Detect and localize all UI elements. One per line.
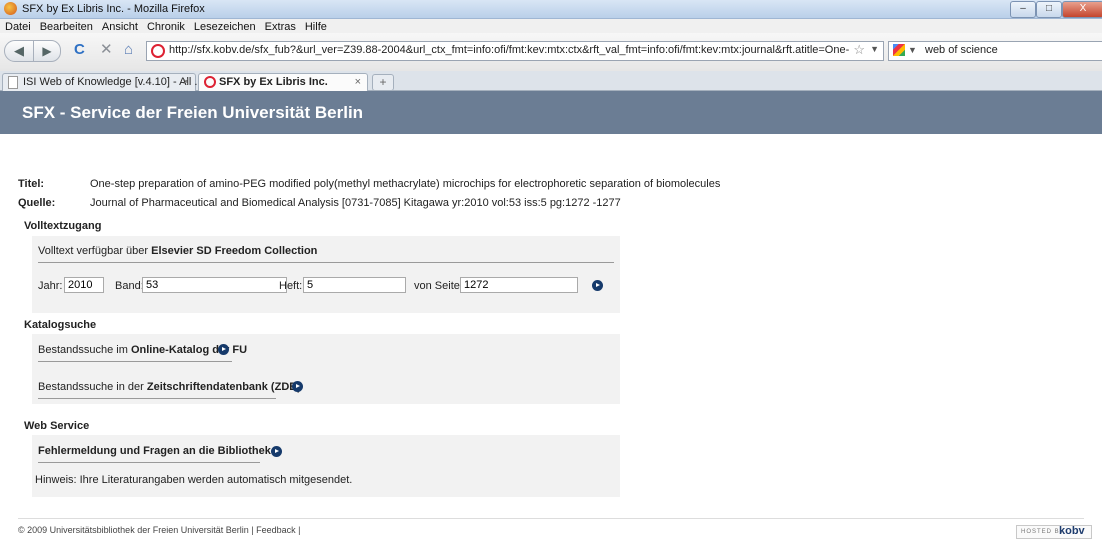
catalog-item-zdb[interactable]: Bestandssuche in der Zeitschriftendatenb… [38,381,301,393]
stop-icon[interactable]: ✕ [100,41,113,59]
window-titlebar: SFX by Ex Libris Inc. - Mozilla Firefox … [0,0,1102,19]
catalog-item-fu[interactable]: Bestandssuche im Online-Katalog der FU [38,344,247,356]
url-dropdown-icon[interactable]: ▼ [870,44,879,54]
menu-chronik[interactable]: Chronik [147,20,185,34]
catalog-item-prefix: Bestandssuche in der [38,381,147,393]
section-title-webservice: Web Service [24,420,90,432]
feedback-link[interactable]: Fehlermeldung und Fragen an die Biblioth… [38,445,271,457]
source-citation: Journal of Pharmaceutical and Biomedical… [90,197,621,209]
catalog-panel: Bestandssuche im Online-Katalog der FU B… [32,334,620,404]
divider [38,262,614,263]
fulltext-prefix: Volltext verfügbar über [38,245,152,257]
bookmark-star-icon[interactable]: ☆ [853,42,865,58]
fulltext-provider[interactable]: Elsevier SD Freedom Collection [151,245,317,257]
catalog-zdb-link[interactable]: Zeitschriftendatenbank (ZDB) [147,381,301,393]
section-title-fulltext: Volltextzugang [24,220,102,232]
kobv-logo[interactable]: HOSTED BY kobv [1016,525,1092,539]
article-title: One-step preparation of amino-PEG modifi… [90,178,721,190]
page-icon [8,76,18,89]
new-tab-button[interactable]: + [372,74,394,91]
maximize-button[interactable]: □ [1036,1,1062,18]
webservice-panel: Fehlermeldung und Fragen an die Biblioth… [32,435,620,497]
forward-arrow-icon: ▶ [42,44,52,58]
catalog-fu-link[interactable]: Online-Katalog der FU [131,344,247,356]
volume-input[interactable] [142,277,287,293]
menu-bar: Datei Bearbeiten Ansicht Chronik Lesezeichen… [0,19,1102,33]
back-arrow-icon: ◀ [14,43,24,58]
divider [38,398,276,399]
source-label: Quelle: [18,197,56,209]
fulltext-go-icon[interactable] [592,280,603,291]
tab-close-icon[interactable]: × [183,74,189,90]
page-title: SFX - Service der Freien Universität Ber… [22,103,364,122]
firefox-icon [4,2,17,15]
close-window-button[interactable]: X [1062,1,1102,18]
fulltext-source[interactable]: Volltext verfügbar über Elsevier SD Free… [38,245,317,257]
back-button[interactable]: ◀ [4,40,34,62]
minimize-button[interactable]: – [1010,1,1036,18]
webservice-hint: Hinweis: Ihre Literaturangaben werden au… [35,474,353,486]
issue-label: Heft: [279,280,303,292]
footer-divider [18,518,1084,519]
volume-label: Band: [115,280,144,292]
window-title: SFX by Ex Libris Inc. - Mozilla Firefox [22,3,205,15]
menu-ansicht[interactable]: Ansicht [102,20,138,34]
divider [38,462,260,463]
catalog-item-prefix: Bestandssuche im [38,344,131,356]
url-text[interactable]: http://sfx.kobv.de/sfx_fub?&url_ver=Z39.… [169,44,849,56]
menu-bearbeiten[interactable]: Bearbeiten [40,20,93,34]
year-label: Jahr: [38,280,63,292]
start-page-input[interactable] [460,277,578,293]
home-icon[interactable]: ⌂ [124,41,133,59]
fulltext-panel: Volltext verfügbar über Elsevier SD Free… [32,236,620,313]
catalog-fu-go-icon[interactable] [218,344,229,355]
tab-label: ISI Web of Knowledge [v.4.10] - All ... [23,76,204,88]
search-query[interactable]: web of science [925,44,998,56]
tab-close-icon[interactable]: × [355,74,361,90]
catalog-zdb-go-icon[interactable] [292,381,303,392]
title-label: Titel: [18,178,45,190]
menu-datei[interactable]: Datei [5,20,31,34]
search-engine-dropdown-icon[interactable]: ▼ [908,45,917,55]
start-page-label: von Seite: [414,280,463,292]
menu-hilfe[interactable]: Hilfe [305,20,327,34]
navigation-toolbar: ◀ ▶ C ✕ ⌂ http://sfx.kobv.de/sfx_fub?&ur… [0,33,1102,71]
footer-text: © 2009 Universitätsbibliothek der Freien… [18,525,301,535]
tab-isi-web-of-knowledge[interactable]: ISI Web of Knowledge [v.4.10] - All ... … [2,73,204,91]
divider [38,361,232,362]
url-bar[interactable]: http://sfx.kobv.de/sfx_fub?&url_ver=Z39.… [146,41,884,61]
feedback-go-icon[interactable] [271,446,282,457]
menu-lesezeichen[interactable]: Lesezeichen [194,20,256,34]
reload-icon[interactable]: C [74,41,85,59]
tab-bar: ISI Web of Knowledge [v.4.10] - All ... … [0,71,1102,91]
search-bar[interactable]: ▼ web of science [888,41,1102,61]
sfx-header: SFX - Service der Freien Universität Ber… [0,91,1102,134]
tab-sfx[interactable]: SFX by Ex Libris Inc. × [198,73,368,91]
kobv-label: kobv [1059,525,1085,537]
menu-extras[interactable]: Extras [265,20,296,34]
year-input[interactable] [64,277,104,293]
section-title-catalog: Katalogsuche [24,319,97,331]
tab-label: SFX by Ex Libris Inc. [219,76,328,88]
issue-input[interactable] [303,277,406,293]
site-favicon-icon [151,44,165,58]
search-engine-icon[interactable] [893,44,905,56]
sfx-favicon-icon [204,76,216,88]
forward-button[interactable]: ▶ [33,40,61,62]
